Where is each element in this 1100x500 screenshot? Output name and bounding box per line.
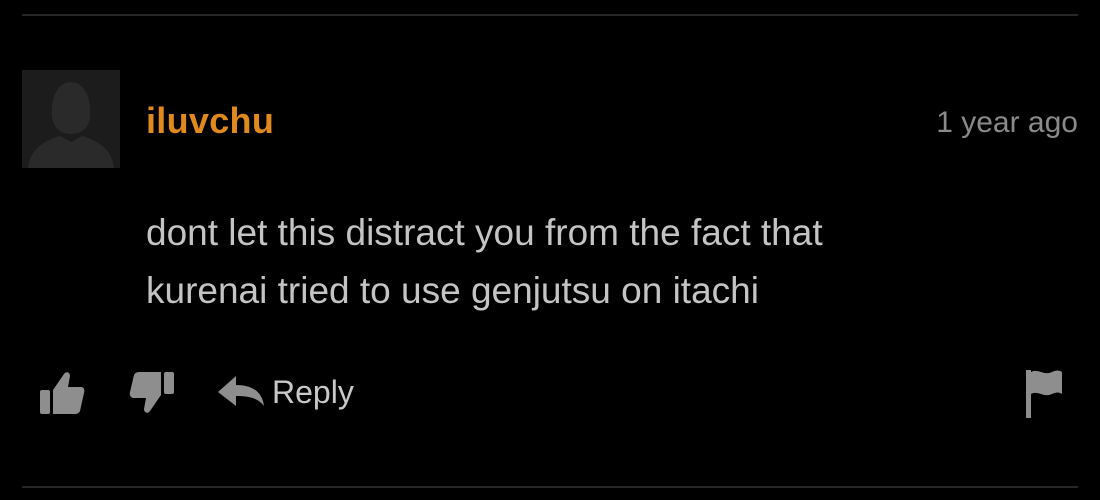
comment-text-line: dont let this distract you from the fact… (146, 212, 823, 253)
user-silhouette-icon (22, 70, 120, 168)
dislike-button[interactable] (126, 370, 176, 416)
thumbs-down-icon (129, 372, 174, 413)
comment-timestamp: 1 year ago (936, 106, 1078, 139)
report-flag-button[interactable] (1022, 366, 1064, 420)
avatar[interactable] (22, 70, 120, 168)
like-button[interactable] (38, 370, 86, 416)
reply-button[interactable]: Reply (216, 370, 354, 414)
flag-icon (1026, 370, 1062, 418)
comment-text-line: kurenai tried to use genjutsu on itachi (146, 270, 759, 311)
thumbs-up-icon (40, 372, 85, 414)
bottom-divider (22, 486, 1078, 488)
reply-arrow-icon (218, 376, 264, 406)
comment-body: dont let this distract you from the fact… (146, 204, 1046, 320)
reply-label: Reply (272, 373, 354, 410)
username-link[interactable]: iluvchu (146, 100, 274, 142)
top-divider (22, 14, 1078, 16)
